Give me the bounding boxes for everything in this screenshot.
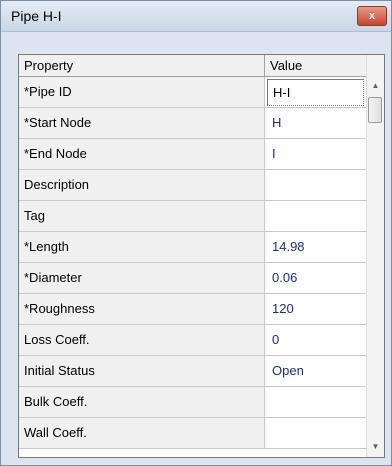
property-value[interactable] [265,387,366,417]
property-value[interactable]: 14.98 [265,232,366,262]
column-header-value: Value [270,58,303,73]
table-row[interactable]: *End Node I [19,139,366,170]
table-row[interactable]: Initial Status Open [19,356,366,387]
property-grid: Property Value *Pipe ID H-I *Start Node … [18,54,385,458]
table-row[interactable]: Wall Coeff. [19,418,366,449]
property-label: *Pipe ID [19,77,265,107]
grid-header: Property Value [19,55,366,77]
property-value[interactable]: Open [265,356,366,386]
property-value[interactable]: 0 [265,325,366,355]
table-row[interactable]: *Roughness 120 [19,294,366,325]
property-label: *End Node [19,139,265,169]
window-title: Pipe H-I [11,8,62,24]
table-row[interactable]: Tag [19,201,366,232]
property-label: *Diameter [19,263,265,293]
property-label: Tag [19,201,265,231]
grid-rows: *Pipe ID H-I *Start Node H *End Node I D… [19,77,366,449]
property-value[interactable]: I [265,139,366,169]
property-editor-window: Pipe H-I x Property Value *Pipe ID H-I *… [0,0,392,466]
property-label: *Length [19,232,265,262]
property-value[interactable] [265,170,366,200]
property-label: *Roughness [19,294,265,324]
table-row[interactable]: Description [19,170,366,201]
close-button[interactable]: x [357,6,387,26]
close-icon: x [368,10,376,22]
property-value[interactable]: H [265,108,366,138]
property-label: Description [19,170,265,200]
scroll-down-arrow-icon[interactable]: ▼ [367,438,384,455]
property-value[interactable] [265,201,366,231]
property-value[interactable]: 120 [265,294,366,324]
vertical-scrollbar[interactable]: ▲ ▼ [366,55,384,457]
property-label: Bulk Coeff. [19,387,265,417]
property-label: *Start Node [19,108,265,138]
table-row[interactable]: *Start Node H [19,108,366,139]
property-label: Initial Status [19,356,265,386]
scroll-thumb[interactable] [368,97,382,123]
property-label: Loss Coeff. [19,325,265,355]
scroll-up-arrow-icon[interactable]: ▲ [367,77,384,94]
property-value-editor[interactable]: H-I [267,79,364,106]
property-value[interactable] [265,418,366,448]
table-row[interactable]: Loss Coeff. 0 [19,325,366,356]
column-header-property: Property [19,55,265,76]
table-row[interactable]: Bulk Coeff. [19,387,366,418]
property-label: Wall Coeff. [19,418,265,448]
table-row[interactable]: *Length 14.98 [19,232,366,263]
title-bar[interactable]: Pipe H-I x [1,1,391,32]
table-row[interactable]: *Pipe ID H-I [19,77,366,108]
table-row[interactable]: *Diameter 0.06 [19,263,366,294]
property-value[interactable]: 0.06 [265,263,366,293]
